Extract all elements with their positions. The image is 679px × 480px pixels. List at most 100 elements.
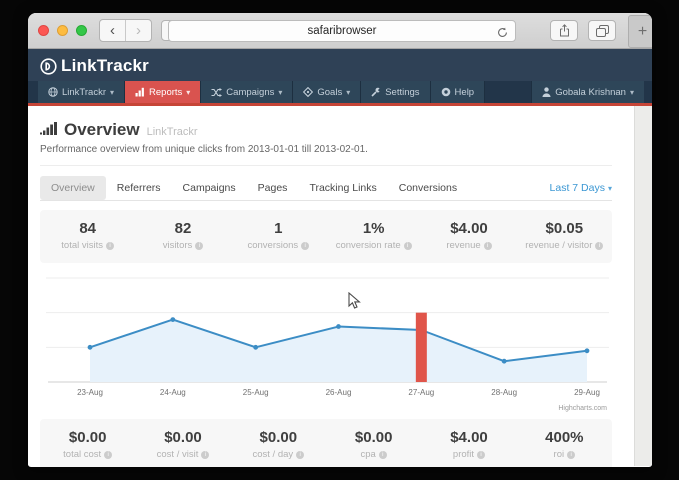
user-name: Gobala Krishnan <box>555 87 626 98</box>
tabs-icon <box>596 25 609 37</box>
minimize-window-button[interactable] <box>57 25 68 36</box>
info-icon[interactable]: i <box>379 451 387 459</box>
user-menu[interactable]: Gobala Krishnan ▾ <box>531 81 644 103</box>
nav-item-linktrackr[interactable]: LinkTrackr ▾ <box>38 81 125 103</box>
share-button[interactable] <box>550 20 578 41</box>
chevron-down-icon: ▾ <box>346 88 350 97</box>
stat-label: conversion rate <box>336 240 401 251</box>
info-icon[interactable]: i <box>301 242 309 250</box>
date-range-selector[interactable]: Last 7 Days ▾ <box>550 182 612 194</box>
info-icon[interactable]: i <box>104 451 112 459</box>
stat-visitors: 82 visitorsi <box>135 220 230 251</box>
stat-value: 1 <box>231 220 326 237</box>
nav-item-label: LinkTrackr <box>62 87 106 98</box>
toolbar-right <box>550 20 616 41</box>
reload-button[interactable] <box>494 24 510 40</box>
signal-bars-icon <box>40 122 57 135</box>
stat-label: revenue / visitor <box>525 240 592 251</box>
svg-text:28-Aug: 28-Aug <box>491 388 517 397</box>
info-icon[interactable]: i <box>477 451 485 459</box>
svg-text:Highcharts.com: Highcharts.com <box>558 405 607 412</box>
history-buttons: ‹ › <box>99 19 152 42</box>
stat-label: cost / visit <box>157 449 199 460</box>
stat-cost-visit: $0.00 cost / visiti <box>135 429 230 460</box>
stat-value: $0.00 <box>326 429 421 446</box>
info-icon[interactable]: i <box>106 242 114 250</box>
site-header: LinkTrackr <box>28 49 652 81</box>
stat-revenue-visitor: $0.05 revenue / visitori <box>517 220 612 251</box>
svg-text:26-Aug: 26-Aug <box>326 388 352 397</box>
page-subtitle: Performance overview from unique clicks … <box>40 144 612 155</box>
tab-campaigns[interactable]: Campaigns <box>172 176 247 200</box>
back-button[interactable]: ‹ <box>100 20 125 41</box>
globe-icon <box>48 87 58 97</box>
zoom-window-button[interactable] <box>76 25 87 36</box>
page-title-suffix: LinkTrackr <box>147 126 198 138</box>
chevron-down-icon: ▾ <box>110 88 114 97</box>
stat-value: $0.00 <box>135 429 230 446</box>
wrench-icon <box>371 87 381 97</box>
svg-text:23-Aug: 23-Aug <box>77 388 103 397</box>
date-range-label: Last 7 Days <box>550 182 605 194</box>
logo-text: LinkTrackr <box>61 56 149 76</box>
new-tab-button[interactable]: + <box>628 15 652 48</box>
close-window-button[interactable] <box>38 25 49 36</box>
stat-value: $0.00 <box>40 429 135 446</box>
page-content: Overview LinkTrackr Performance overview… <box>28 106 652 466</box>
stat-total-visits: 84 total visitsi <box>40 220 135 251</box>
stat-label: visitors <box>163 240 193 251</box>
nav-item-label: Settings <box>385 87 419 98</box>
forward-button[interactable]: › <box>125 20 151 41</box>
stats-row-top: 84 total visitsi 82 visitorsi 1 conversi… <box>40 210 612 263</box>
nav-item-campaigns[interactable]: Campaigns ▾ <box>201 81 293 103</box>
stat-value: 400% <box>517 429 612 446</box>
stat-value: $0.05 <box>517 220 612 237</box>
tab-overview[interactable]: Overview <box>40 176 106 200</box>
svg-text:27-Aug: 27-Aug <box>408 388 434 397</box>
window-controls <box>38 25 87 36</box>
nav-item-label: Campaigns <box>226 87 274 98</box>
info-icon[interactable]: i <box>484 242 492 250</box>
stat-label: cpa <box>361 449 376 460</box>
stat-cpa: $0.00 cpai <box>326 429 421 460</box>
svg-text:24-Aug: 24-Aug <box>160 388 186 397</box>
linktrackr-logo[interactable]: LinkTrackr <box>40 56 149 76</box>
info-icon[interactable]: i <box>567 451 575 459</box>
bar-chart-icon <box>135 87 145 97</box>
stat-label: roi <box>554 449 565 460</box>
vertical-scrollbar[interactable] <box>634 106 652 466</box>
tab-tracking-links[interactable]: Tracking Links <box>298 176 387 200</box>
tab-pages[interactable]: Pages <box>247 176 299 200</box>
goal-icon <box>303 87 313 97</box>
stat-conversion-rate: 1% conversion ratei <box>326 220 421 251</box>
address-bar[interactable]: safaribrowser <box>168 20 516 42</box>
stat-value: 82 <box>135 220 230 237</box>
share-icon <box>559 24 570 37</box>
stat-label: total visits <box>61 240 103 251</box>
info-icon[interactable]: i <box>595 242 603 250</box>
tab-conversions[interactable]: Conversions <box>388 176 468 200</box>
stat-total-cost: $0.00 total costi <box>40 429 135 460</box>
nav-item-label: Reports <box>149 87 182 98</box>
stat-label: revenue <box>446 240 480 251</box>
info-icon[interactable]: i <box>296 451 304 459</box>
nav-item-help[interactable]: Help <box>431 81 486 103</box>
nav-item-goals[interactable]: Goals ▾ <box>293 81 361 103</box>
tabs-overview-button[interactable] <box>588 20 616 41</box>
stat-profit: $4.00 profiti <box>421 429 516 460</box>
page-title: Overview LinkTrackr <box>40 120 612 140</box>
svg-text:25-Aug: 25-Aug <box>243 388 269 397</box>
page-header: Overview LinkTrackr Performance overview… <box>40 106 612 166</box>
stat-label: total cost <box>63 449 101 460</box>
info-icon[interactable]: i <box>404 242 412 250</box>
main-nav: LinkTrackr ▾ Reports ▾ Campaigns ▾ Goals… <box>28 81 652 106</box>
chevron-left-icon: ‹ <box>110 23 115 38</box>
info-icon[interactable]: i <box>195 242 203 250</box>
tab-referrers[interactable]: Referrers <box>106 176 172 200</box>
chevron-down-icon: ▾ <box>186 88 190 97</box>
nav-item-settings[interactable]: Settings <box>361 81 430 103</box>
stat-conversions: 1 conversionsi <box>231 220 326 251</box>
nav-item-reports[interactable]: Reports ▾ <box>125 81 201 103</box>
stat-roi: 400% roii <box>517 429 612 460</box>
info-icon[interactable]: i <box>201 451 209 459</box>
